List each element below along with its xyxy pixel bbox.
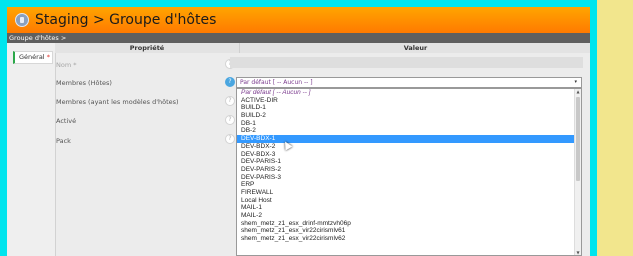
column-header-property: Propriété — [129, 44, 165, 52]
dropdown-option[interactable]: MAIL-1 — [237, 204, 581, 212]
column-header-value: Valeur — [239, 43, 591, 53]
name-input[interactable] — [230, 57, 583, 68]
property-label-membres-hotes: Membres (Hôtes) — [56, 79, 112, 87]
dropdown-option[interactable]: DEV-PARIS-2 — [237, 166, 581, 174]
tab-sidebar: Général * — [7, 43, 56, 256]
dropdown-option[interactable]: DEV-PARIS-3 — [237, 174, 581, 182]
dropdown-option[interactable]: BUILD-1 — [237, 104, 581, 112]
dropdown-scrollbar[interactable]: ▲ ▼ — [574, 89, 581, 255]
property-label-nom: Nom * — [56, 61, 77, 69]
tab-general-label: Général — [19, 53, 45, 61]
dropdown-option[interactable]: ACTIVE-DIR — [237, 97, 581, 105]
dropdown-option[interactable]: MAIL-2 — [237, 212, 581, 220]
dropdown-option[interactable]: Local Host — [237, 197, 581, 205]
property-label-active: Activé — [56, 117, 77, 125]
table-header: Propriété Valeur — [55, 43, 590, 53]
right-side-panel — [597, 0, 633, 256]
dropdown-option[interactable]: DB-2 — [237, 127, 581, 135]
dropdown-option[interactable]: shem_metz_z1_esx_drinf-mmtzvh06p — [237, 220, 581, 228]
dropdown-option[interactable]: BUILD-2 — [237, 112, 581, 120]
page-title: Staging > Groupe d'hôtes — [35, 12, 217, 28]
dropdown-option[interactable]: DEV-PARIS-1 — [237, 158, 581, 166]
dropdown-option[interactable]: ERP — [237, 181, 581, 189]
dropdown-option[interactable]: shem_metz_z1_esx_vir22cirismlv62 — [237, 235, 581, 243]
scroll-down-arrow-icon[interactable]: ▼ — [575, 250, 581, 255]
dropdown-option[interactable]: FIREWALL — [237, 189, 581, 197]
members-hosts-select[interactable]: Par défaut [ -- Aucun -- ] ▾ — [236, 77, 582, 88]
dropdown-option[interactable]: Par défaut [ -- Aucun -- ] — [237, 89, 581, 97]
dropdown-option[interactable]: shem_metz_z1_esx_vir22cirismlv61 — [237, 227, 581, 235]
required-mark: * — [46, 53, 50, 61]
help-icon[interactable]: ? — [225, 77, 235, 87]
property-label-membres-modeles: Membres (ayant les modèles d'hôtes) — [56, 98, 179, 106]
scroll-up-arrow-icon[interactable]: ▲ — [575, 89, 581, 94]
help-icon[interactable]: ? — [225, 115, 235, 125]
select-value: Par défaut [ -- Aucun -- ] — [240, 79, 313, 86]
members-hosts-dropdown-list[interactable]: Par défaut [ -- Aucun -- ] ACTIVE-DIR BUIL… — [236, 88, 582, 256]
tab-general[interactable]: Général * — [13, 51, 53, 64]
dropdown-option[interactable]: DEV-BDX-3 — [237, 151, 581, 159]
scroll-thumb[interactable] — [576, 97, 580, 181]
window-header: Staging > Groupe d'hôtes — [7, 7, 590, 33]
app-icon — [15, 13, 29, 27]
dropdown-option[interactable]: DB-1 — [237, 120, 581, 128]
chevron-down-icon[interactable]: ▾ — [574, 78, 577, 87]
property-label-pack: Pack — [56, 137, 71, 145]
help-icon[interactable]: ? — [225, 134, 235, 144]
help-icon[interactable]: ? — [225, 96, 235, 106]
breadcrumb[interactable]: Groupe d'hôtes > — [7, 33, 590, 43]
